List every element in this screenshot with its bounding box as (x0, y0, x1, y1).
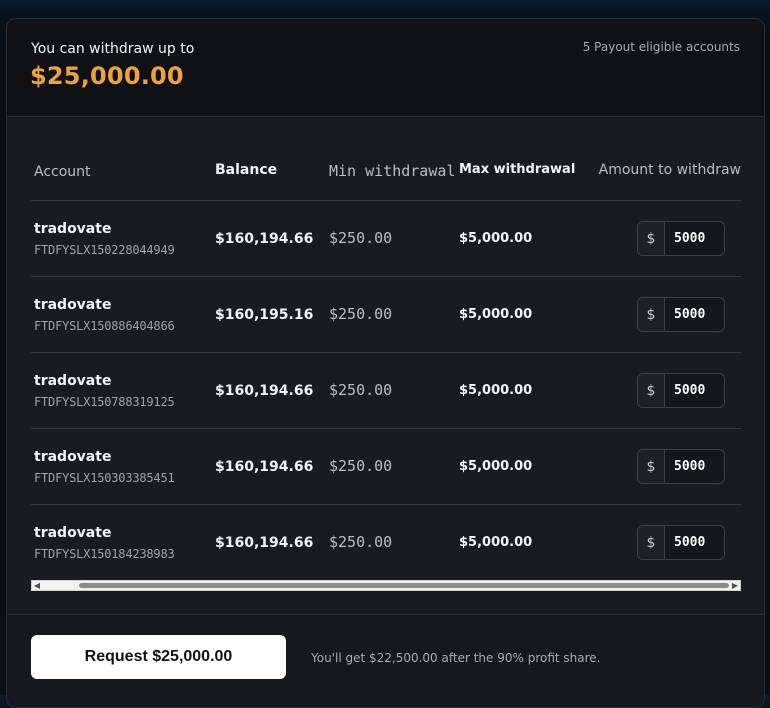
profit-share-note: You'll get $22,500.00 after the 90% prof… (311, 651, 601, 665)
max-withdrawal: $5,000.00 (459, 231, 533, 246)
min-withdrawal: $250.00 (329, 229, 393, 247)
table-row: tradovate FTDFYSLX150303385451 $160,194.… (31, 429, 741, 505)
account-name: tradovate (34, 525, 112, 541)
account-balance: $160,195.16 (215, 307, 314, 323)
account-id: FTDFYSLX150184238983 (34, 547, 175, 561)
account-balance: $160,194.66 (215, 383, 314, 399)
eligible-accounts-count: 5 Payout eligible accounts (582, 40, 740, 54)
currency-prefix: $ (638, 374, 665, 407)
accounts-table: Account Balance Min withdrawal Max withd… (31, 117, 741, 581)
table-row: tradovate FTDFYSLX150228044949 $160,194.… (31, 201, 741, 277)
withdraw-label: You can withdraw up to (31, 41, 195, 57)
amount-value[interactable]: 5000 (665, 298, 724, 331)
withdrawal-card: You can withdraw up to $25,000.00 5 Payo… (6, 18, 765, 708)
account-balance: $160,194.66 (215, 459, 314, 475)
account-name: tradovate (34, 221, 112, 237)
min-withdrawal: $250.00 (329, 381, 393, 399)
header-account: Account (34, 164, 91, 180)
min-withdrawal: $250.00 (329, 533, 393, 551)
table-row: tradovate FTDFYSLX150184238983 $160,194.… (31, 505, 741, 581)
max-withdrawal: $5,000.00 (459, 459, 533, 474)
header-balance: Balance (215, 162, 278, 178)
table-row: tradovate FTDFYSLX150788319125 $160,194.… (31, 353, 741, 429)
withdraw-amount: $25,000.00 (30, 62, 184, 90)
table-row: tradovate FTDFYSLX150886404866 $160,195.… (31, 277, 741, 353)
account-name: tradovate (34, 373, 112, 389)
account-id: FTDFYSLX150228044949 (34, 243, 175, 257)
account-id: FTDFYSLX150886404866 (34, 319, 175, 333)
currency-prefix: $ (638, 450, 665, 483)
account-balance: $160,194.66 (215, 231, 314, 247)
table-header: Account Balance Min withdrawal Max withd… (31, 117, 741, 201)
amount-value[interactable]: 5000 (665, 374, 724, 407)
amount-value[interactable]: 5000 (665, 526, 724, 559)
amount-input[interactable]: $ 5000 (637, 297, 725, 332)
account-id: FTDFYSLX150788319125 (34, 395, 175, 409)
account-name: tradovate (34, 297, 112, 313)
request-withdrawal-button[interactable]: Request $25,000.00 (31, 635, 286, 679)
header-min-withdrawal: Min withdrawal (329, 162, 456, 180)
account-balance: $160,194.66 (215, 535, 314, 551)
min-withdrawal: $250.00 (329, 305, 393, 323)
amount-value[interactable]: 5000 (665, 222, 724, 255)
max-withdrawal: $5,000.00 (459, 535, 533, 550)
account-id: FTDFYSLX150303385451 (34, 471, 175, 485)
min-withdrawal: $250.00 (329, 457, 393, 475)
amount-value[interactable]: 5000 (665, 450, 724, 483)
amount-input[interactable]: $ 5000 (637, 221, 725, 256)
horizontal-scrollbar[interactable]: ◀ ▶ (31, 580, 741, 591)
amount-input[interactable]: $ 5000 (637, 373, 725, 408)
footer: Request $25,000.00 You'll get $22,500.00… (7, 614, 764, 707)
header-amount-to-withdraw: Amount to withdraw (598, 162, 741, 178)
scroll-left-icon[interactable]: ◀ (32, 582, 42, 590)
account-name: tradovate (34, 449, 112, 465)
currency-prefix: $ (638, 526, 665, 559)
max-withdrawal: $5,000.00 (459, 383, 533, 398)
currency-prefix: $ (638, 298, 665, 331)
currency-prefix: $ (638, 222, 665, 255)
scrollbar-thumb[interactable] (79, 583, 729, 588)
withdraw-summary: You can withdraw up to $25,000.00 5 Payo… (7, 19, 764, 117)
max-withdrawal: $5,000.00 (459, 307, 533, 322)
amount-input[interactable]: $ 5000 (637, 525, 725, 560)
amount-input[interactable]: $ 5000 (637, 449, 725, 484)
scroll-right-icon[interactable]: ▶ (730, 582, 740, 590)
header-max-withdrawal: Max withdrawal (459, 162, 576, 177)
